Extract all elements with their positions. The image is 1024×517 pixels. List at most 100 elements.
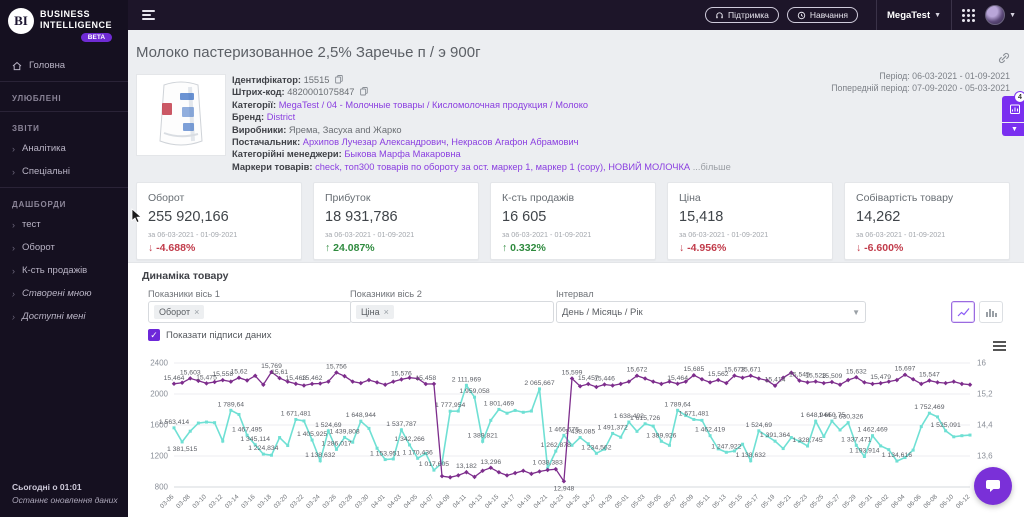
data-point[interactable] xyxy=(343,435,347,439)
data-point[interactable] xyxy=(220,377,225,383)
data-point[interactable] xyxy=(504,473,510,478)
data-point[interactable] xyxy=(374,380,380,385)
data-point[interactable] xyxy=(269,453,273,457)
data-point[interactable] xyxy=(448,409,452,413)
data-point[interactable] xyxy=(700,418,704,422)
data-point[interactable] xyxy=(334,447,338,451)
data-point[interactable] xyxy=(919,425,923,429)
data-point[interactable] xyxy=(935,380,940,385)
remove-tag-icon[interactable]: × xyxy=(194,307,199,317)
data-point[interactable] xyxy=(715,377,721,383)
data-point[interactable] xyxy=(213,421,217,425)
data-point[interactable] xyxy=(870,381,875,387)
sidebar-item-special[interactable]: › Спеціальні xyxy=(0,160,128,183)
data-point[interactable] xyxy=(813,379,818,384)
data-point[interactable] xyxy=(692,417,696,421)
data-point[interactable] xyxy=(951,379,957,384)
sidebar-item-available-to-me[interactable]: › Доступні мені xyxy=(0,305,128,328)
data-point[interactable] xyxy=(643,422,647,426)
data-point[interactable] xyxy=(188,429,192,433)
data-point[interactable] xyxy=(959,381,965,387)
data-point[interactable] xyxy=(960,434,964,438)
data-point[interactable] xyxy=(708,434,712,438)
data-point[interactable] xyxy=(594,384,599,390)
data-point[interactable] xyxy=(822,434,826,438)
sidebar-item-turnover[interactable]: › Оборот xyxy=(0,236,128,259)
data-point[interactable] xyxy=(196,421,200,425)
data-point[interactable] xyxy=(408,443,412,447)
data-point[interactable] xyxy=(570,443,574,447)
data-point[interactable] xyxy=(878,380,883,386)
chat-button[interactable] xyxy=(974,467,1012,505)
data-point[interactable] xyxy=(936,415,940,419)
data-point[interactable] xyxy=(578,436,582,440)
data-point[interactable] xyxy=(650,379,656,384)
data-point[interactable] xyxy=(375,446,379,450)
data-point[interactable] xyxy=(741,442,745,446)
data-point[interactable] xyxy=(537,469,542,474)
data-point[interactable] xyxy=(221,439,225,443)
data-point[interactable] xyxy=(952,435,956,439)
data-point[interactable] xyxy=(545,467,550,473)
data-point[interactable] xyxy=(871,434,875,438)
data-point[interactable] xyxy=(829,379,835,385)
axis1-select[interactable]: Оборот × xyxy=(148,301,352,323)
data-point[interactable] xyxy=(619,435,623,439)
user-menu[interactable]: ▼ xyxy=(975,5,1016,25)
data-point[interactable] xyxy=(228,379,234,384)
data-point[interactable] xyxy=(659,381,664,387)
chart-type-line-button[interactable] xyxy=(951,301,975,323)
data-point[interactable] xyxy=(846,421,850,425)
data-point[interactable] xyxy=(204,420,208,424)
suppliers-links[interactable]: Архипов Лучезар Александрович, Некрасов … xyxy=(303,137,579,147)
data-point[interactable] xyxy=(521,410,525,414)
data-point[interactable] xyxy=(399,428,403,432)
chart-type-bar-button[interactable] xyxy=(979,301,1003,323)
data-point[interactable] xyxy=(611,431,615,435)
export-expand-button[interactable]: ▼ xyxy=(1002,123,1024,136)
data-point[interactable] xyxy=(309,381,315,387)
copy-icon[interactable] xyxy=(360,87,368,96)
data-point[interactable] xyxy=(512,470,518,476)
data-point[interactable] xyxy=(862,454,866,458)
data-point[interactable] xyxy=(699,377,705,382)
data-point[interactable] xyxy=(838,428,842,432)
data-point[interactable] xyxy=(180,440,184,444)
data-point[interactable] xyxy=(439,473,445,479)
data-point[interactable] xyxy=(383,458,387,462)
data-point[interactable] xyxy=(204,381,209,386)
data-point[interactable] xyxy=(278,436,282,440)
support-button[interactable]: Підтримка xyxy=(705,7,779,23)
dynamics-chart[interactable]: 800120016002000240012,813,614,415,21603-… xyxy=(134,349,1014,517)
data-point[interactable] xyxy=(237,412,241,416)
remove-tag-icon[interactable]: × xyxy=(384,307,389,317)
data-point[interactable] xyxy=(293,381,299,387)
export-button[interactable]: 4 xyxy=(1002,91,1024,122)
data-point[interactable] xyxy=(879,444,883,448)
data-point[interactable] xyxy=(667,443,671,447)
markers-more-link[interactable]: ...більше xyxy=(693,162,731,172)
data-point[interactable] xyxy=(261,452,265,456)
data-point[interactable] xyxy=(594,451,598,455)
brand-link[interactable]: District xyxy=(267,112,295,122)
data-point[interactable] xyxy=(351,440,355,444)
data-point[interactable] xyxy=(675,381,680,387)
data-point[interactable] xyxy=(473,395,477,399)
axis2-select[interactable]: Ціна × xyxy=(350,301,554,323)
share-link-icon[interactable] xyxy=(998,52,1010,64)
data-point[interactable] xyxy=(489,418,493,422)
app-logo[interactable]: BI BUSINESS INTELLIGENCE BETA xyxy=(0,0,128,42)
data-point[interactable] xyxy=(821,380,827,386)
data-point[interactable] xyxy=(887,448,891,452)
data-point[interactable] xyxy=(554,449,558,453)
data-point[interactable] xyxy=(724,450,728,454)
categories-links[interactable]: MegaTest / 04 - Молочные товары / Кислом… xyxy=(279,100,588,110)
data-point[interactable] xyxy=(464,383,468,387)
data-point[interactable] xyxy=(317,381,323,386)
sidebar-item-home[interactable]: Головна xyxy=(0,54,128,77)
data-point[interactable] xyxy=(635,429,639,433)
data-point[interactable] xyxy=(366,377,372,383)
data-point[interactable] xyxy=(740,375,745,380)
interval-select[interactable]: День / Місяць / Рік ▼ xyxy=(556,301,866,323)
data-point[interactable] xyxy=(610,383,615,388)
